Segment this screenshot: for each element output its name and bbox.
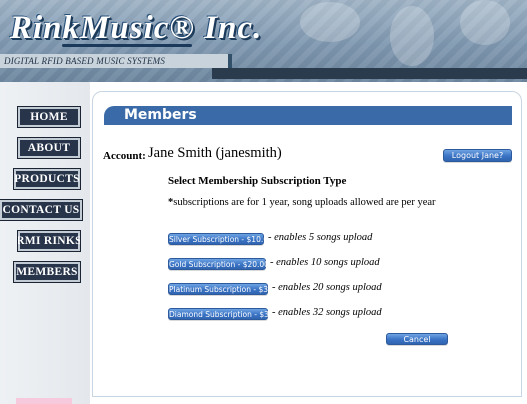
nav-label: ABOUT [27,142,71,154]
skater-silhouette [390,6,434,66]
gold-subscription-button[interactable]: Gold Subscription - $20.00 [168,258,269,270]
logo-swoosh [62,44,192,47]
account-value: Jane Smith (janesmith) [148,145,282,161]
nav-rmi-rinks-button[interactable]: RMI RINKS [16,230,82,252]
subscription-note: *subscriptions are for 1 year, song uplo… [168,197,436,208]
tagline: DIGITAL RFID BASED MUSIC SYSTEMS [4,56,166,66]
skater-silhouette [460,0,510,45]
tagline-strip: DIGITAL RFID BASED MUSIC SYSTEMS [0,54,232,68]
account-label: Account: [103,150,146,162]
nav-about-button[interactable]: ABOUT [17,137,81,159]
title-bar: Members [104,106,512,125]
note-text: subscriptions are for 1 year, song uploa… [173,197,436,208]
nav-home-button[interactable]: HOME [17,106,81,128]
diamond-subscription-button[interactable]: Diamond Subscription - $36.00 [168,308,286,320]
nav-members-button[interactable]: MEMBERS [13,261,81,283]
nav-label: HOME [30,111,68,123]
platinum-subscription-button[interactable]: Platinum Subscription - $30.00 [168,283,285,295]
cancel-button[interactable]: Cancel [386,333,448,345]
header-bar [212,68,527,79]
sidebar: HOME ABOUT PRODUCTS CONTACT US RMI RINKS… [0,82,90,404]
option-description: - enables 10 songs upload [270,257,380,268]
option-description: - enables 20 songs upload [272,282,382,293]
nav-label: RMI RINKS [16,235,82,247]
nav-label: CONTACT US [2,204,80,216]
option-description: - enables 5 songs upload [268,232,373,243]
nav-label: PRODUCTS [14,173,80,185]
page-title: Members [124,107,197,123]
nav-contact-button[interactable]: CONTACT US [0,199,83,221]
nav-label: MEMBERS [16,266,78,278]
logout-button[interactable]: Logout Jane? [443,149,512,162]
decorative-mark [16,398,72,404]
nav-products-button[interactable]: PRODUCTS [13,168,81,190]
option-description: - enables 32 songs upload [272,307,382,318]
header-banner: RinkMusic® Inc. DIGITAL RFID BASED MUSIC… [0,0,527,82]
section-heading: Select Membership Subscription Type [168,175,347,187]
members-panel: Members Account: Jane Smith (janesmith) … [92,91,522,397]
skater-silhouette [300,2,360,42]
silver-subscription-button[interactable]: Silver Subscription - $10.00 [168,233,273,245]
